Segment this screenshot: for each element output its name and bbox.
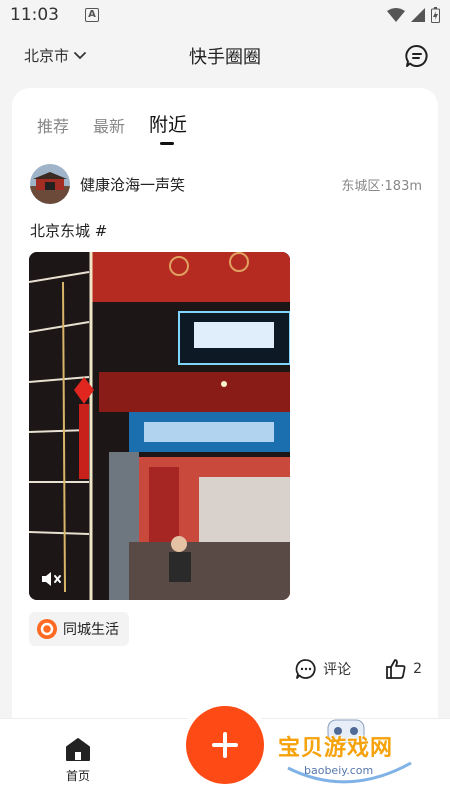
post-header: 健康沧海一声笑 东城区·183m xyxy=(30,162,422,206)
wifi-icon xyxy=(387,8,405,22)
thumbs-up-icon xyxy=(386,659,406,679)
notification-icon: A xyxy=(85,8,99,22)
page-title: 快手圈圈 xyxy=(189,47,261,68)
author-name[interactable]: 健康沧海一声笑 xyxy=(80,174,185,195)
video-thumbnail xyxy=(29,252,290,600)
post-text: 北京东城 # xyxy=(30,222,108,240)
mute-icon[interactable] xyxy=(41,570,63,588)
create-post-button[interactable] xyxy=(186,706,264,784)
comment-icon xyxy=(295,659,316,679)
topic-tag-label: 同城生活 xyxy=(63,622,119,638)
topic-tag[interactable]: 同城生活 xyxy=(29,612,129,646)
tab-latest[interactable]: 最新 xyxy=(93,113,125,137)
avatar[interactable] xyxy=(30,164,70,204)
status-bar: 11:03 A xyxy=(0,0,450,30)
app-header: 北京市 快手圈圈 xyxy=(0,30,450,82)
battery-icon xyxy=(431,7,440,23)
tab-recommended[interactable]: 推荐 xyxy=(37,113,69,137)
status-indicators xyxy=(387,7,440,23)
home-icon xyxy=(66,738,90,761)
post-actions: 评论 2 xyxy=(295,658,422,680)
like-button[interactable]: 2 xyxy=(385,658,422,680)
comment-label: 评论 xyxy=(323,662,352,678)
feed-card: 推荐 最新 附近 健康沧海一声笑 东城区·183m 北京东城 # 同城生活 评论… xyxy=(12,88,438,748)
tab-nearby[interactable]: 附近 xyxy=(149,110,187,145)
nav-home-label: 首页 xyxy=(65,769,90,783)
signal-icon xyxy=(411,8,425,22)
watermark-url: baobeiy.com xyxy=(304,764,374,777)
watermark-text: 宝贝游戏网 xyxy=(278,736,394,761)
nav-home[interactable]: 首页 xyxy=(58,737,98,784)
topic-logo-icon xyxy=(37,619,57,639)
plus-icon xyxy=(212,732,238,758)
like-count: 2 xyxy=(413,661,422,677)
post-video[interactable] xyxy=(29,252,290,600)
watermark: 宝贝游戏网 baobeiy.com xyxy=(276,718,421,790)
status-time: 11:03 xyxy=(10,5,59,25)
comment-button[interactable]: 评论 xyxy=(295,658,351,680)
post-location: 东城区·183m xyxy=(341,178,422,194)
message-icon[interactable] xyxy=(404,43,430,69)
feed-tabs: 推荐 最新 附近 xyxy=(37,110,187,145)
